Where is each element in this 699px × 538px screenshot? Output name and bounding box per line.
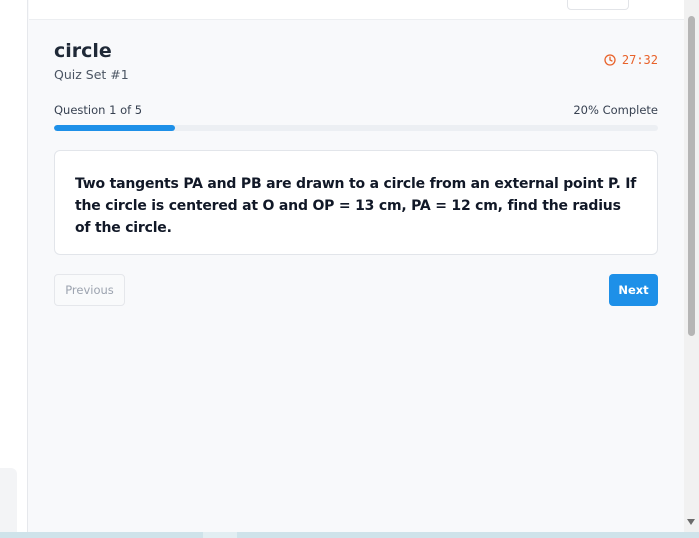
top-bar: [29, 0, 684, 20]
question-card: Two tangents PA and PB are drawn to a ci…: [54, 150, 658, 255]
scrollbar[interactable]: [684, 0, 699, 532]
sidebar-card: [0, 468, 17, 538]
quiz-panel: circle Quiz Set #1 27:32 Question 1 of 5…: [29, 21, 684, 532]
quiz-timer: 27:32: [604, 53, 658, 67]
scrollbar-thumb[interactable]: [688, 16, 695, 336]
top-bar-button[interactable]: [567, 0, 629, 10]
question-text: Two tangents PA and PB are drawn to a ci…: [75, 176, 637, 236]
progress-label: Question 1 of 5: [54, 103, 143, 117]
timer-value: 27:32: [621, 53, 658, 67]
taskbar-item[interactable]: [203, 532, 237, 538]
next-button[interactable]: Next: [609, 274, 658, 306]
scroll-down-arrow-icon[interactable]: [687, 519, 695, 525]
progress-percent: 20% Complete: [573, 103, 658, 117]
progress-bar: [54, 125, 658, 131]
clock-icon: [604, 54, 616, 66]
progress-bar-fill: [54, 125, 175, 131]
previous-button[interactable]: Previous: [54, 274, 125, 306]
sidebar: [0, 0, 28, 538]
taskbar: [0, 532, 699, 538]
quiz-title: circle: [54, 40, 112, 62]
quiz-subtitle: Quiz Set #1: [54, 67, 129, 82]
